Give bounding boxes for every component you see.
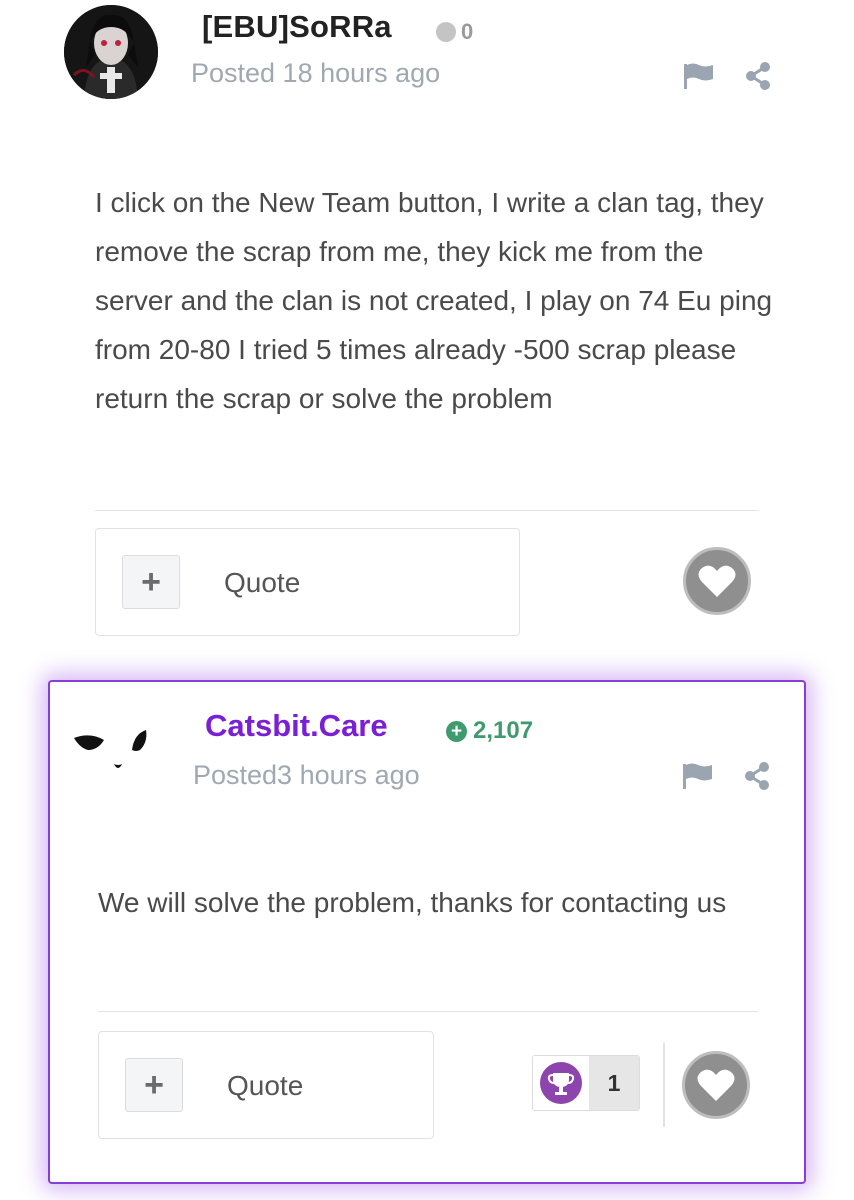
flag-icon[interactable] (682, 762, 714, 790)
reaction-summary[interactable]: 1 (532, 1055, 640, 1111)
multiquote-add-button[interactable]: + (125, 1058, 183, 1112)
heart-icon (698, 565, 736, 597)
reputation-positive-icon: + (446, 720, 467, 742)
avatar[interactable] (72, 724, 152, 784)
quote-button[interactable]: + Quote (98, 1031, 434, 1139)
reputation-neutral-icon (436, 22, 456, 42)
avatar[interactable] (64, 5, 158, 99)
share-icon[interactable] (743, 761, 771, 791)
post-sorra: [EBU]SoRRa 0 Posted 18 hours ago I click… (0, 0, 854, 660)
separator (663, 1043, 665, 1127)
quote-label: Quote (224, 567, 301, 598)
avatar-image (64, 5, 158, 99)
post-timestamp[interactable]: Posted 18 hours ago (191, 58, 440, 89)
author-name[interactable]: Catsbit.Care (205, 708, 388, 744)
reputation-badge: 0 (436, 19, 474, 44)
post-timestamp[interactable]: Posted3 hours ago (193, 760, 420, 791)
reputation-count: 2,107 (473, 717, 534, 744)
reputation-count: 0 (461, 19, 474, 44)
like-button[interactable] (683, 547, 751, 615)
author-name[interactable]: [EBU]SoRRa (202, 9, 392, 45)
trophy-icon (540, 1062, 582, 1104)
heart-icon (697, 1069, 735, 1101)
post-body: We will solve the problem, thanks for co… (98, 887, 727, 918)
flag-icon[interactable] (683, 62, 715, 90)
post-body: I click on the New Team button, I write … (95, 187, 773, 414)
reputation-badge: + 2,107 (446, 717, 533, 745)
divider (98, 1011, 758, 1012)
like-button[interactable] (682, 1051, 750, 1119)
quote-button[interactable]: + Quote (95, 528, 520, 636)
reaction-count: 1 (589, 1056, 639, 1110)
share-icon[interactable] (744, 61, 772, 91)
multiquote-add-button[interactable]: + (122, 555, 180, 609)
post-catsbit-care: Catsbit.Care + 2,107 Posted3 hours ago W… (48, 680, 806, 1184)
divider (95, 510, 759, 511)
quote-label: Quote (227, 1070, 304, 1101)
